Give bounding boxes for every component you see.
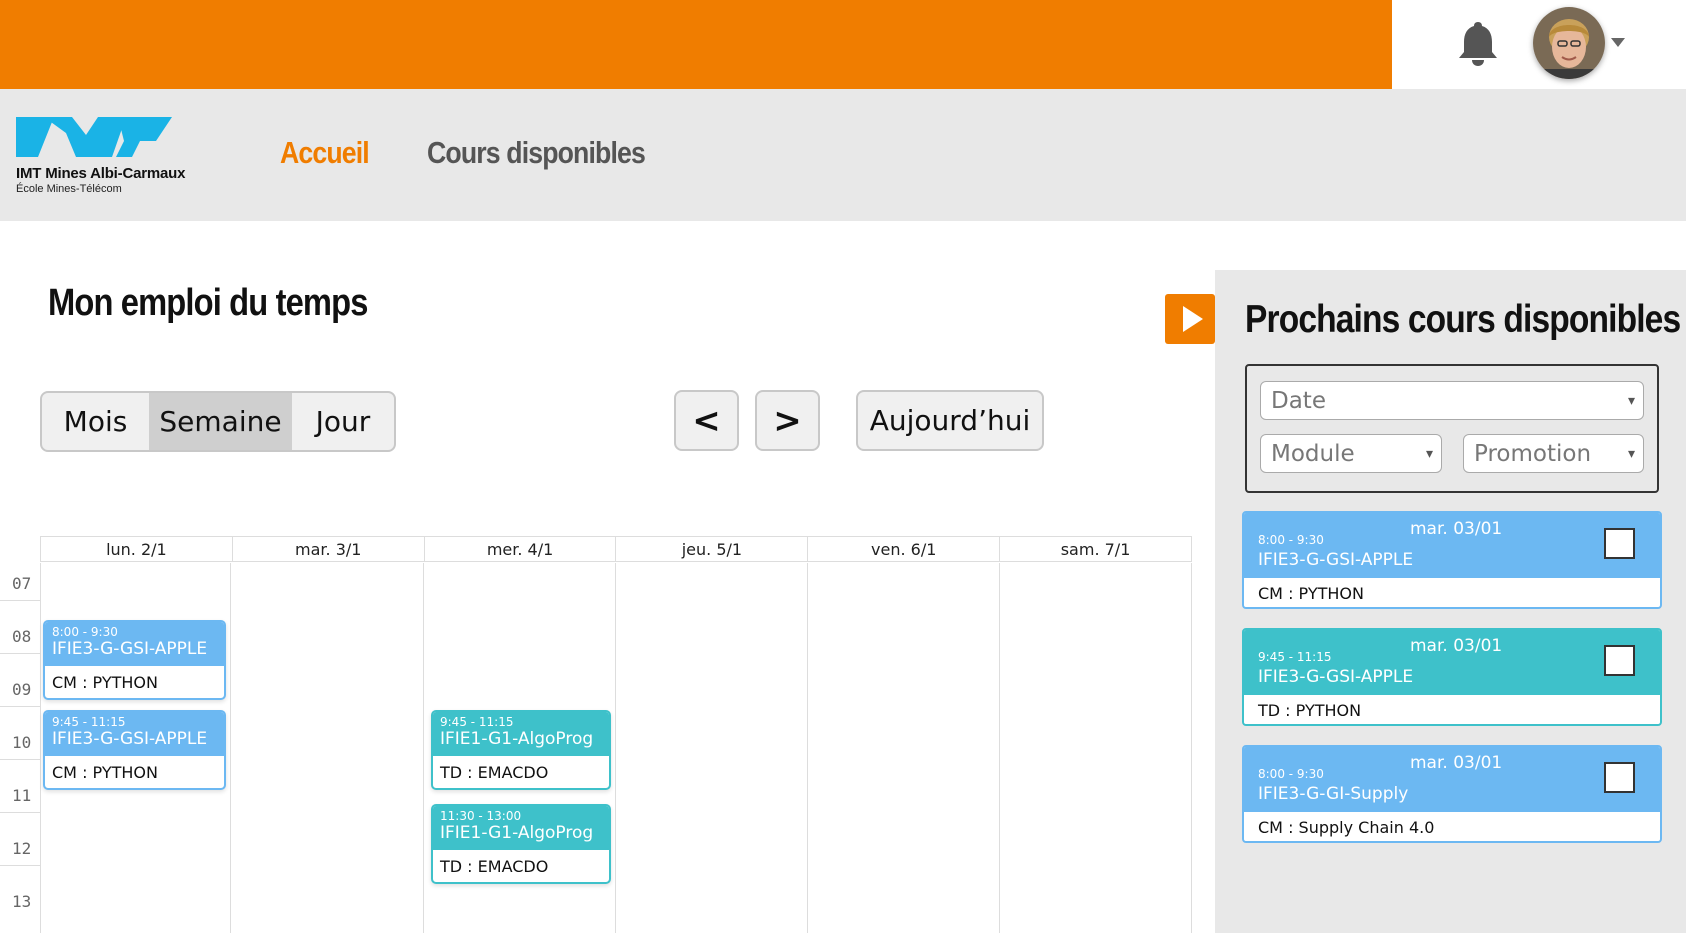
week-calendar: lun. 2/1 mar. 3/1 mer. 4/1 jeu. 5/1 ven.…	[0, 536, 1195, 933]
day-header: mar. 3/1	[233, 537, 425, 561]
today-button[interactable]: Aujourd’hui	[856, 390, 1044, 451]
calendar-header: lun. 2/1 mar. 3/1 mer. 4/1 jeu. 5/1 ven.…	[40, 536, 1192, 562]
day-column[interactable]	[807, 563, 808, 933]
card-group: IFIE3-G-GI-Supply	[1258, 784, 1409, 804]
event-time: 9:45 - 11:15	[52, 715, 126, 729]
hour-divider	[0, 865, 40, 866]
module-filter-select[interactable]: Module	[1260, 434, 1442, 473]
card-time: 9:45 - 11:15	[1258, 650, 1332, 664]
hour-label: 07	[12, 574, 32, 593]
event-header: 11:30 - 13:00 IFIE1-G1-AlgoProg	[433, 806, 609, 850]
date-filter-select[interactable]: Date	[1260, 381, 1644, 420]
event-header: 9:45 - 11:15 IFIE1-G1-AlgoProg	[433, 712, 609, 756]
day-column	[1191, 563, 1192, 933]
logo-subtitle: École Mines-Télécom	[16, 183, 122, 195]
event-header: 9:45 - 11:15 IFIE3-G-GSI-APPLE	[45, 712, 224, 756]
play-icon[interactable]	[1165, 294, 1215, 344]
hour-divider	[0, 812, 40, 813]
card-time: 8:00 - 9:30	[1258, 533, 1324, 547]
hour-label: 09	[12, 680, 32, 699]
user-avatar[interactable]	[1533, 7, 1605, 79]
view-day-button[interactable]: Jour	[292, 393, 394, 450]
imt-logo[interactable]: IMT Mines Albi-Carmaux École Mines-Téléc…	[16, 117, 196, 197]
hour-label: 08	[12, 627, 32, 646]
page-title: Mon emploi du temps	[48, 282, 368, 324]
filter-box: Date Module Promotion	[1245, 364, 1659, 493]
previous-week-button[interactable]: <	[674, 390, 739, 451]
hour-divider	[0, 759, 40, 760]
day-header: mer. 4/1	[425, 537, 617, 561]
card-date: mar. 03/01	[1410, 753, 1503, 773]
day-header: sam. 7/1	[1060, 539, 1131, 559]
chevron-down-icon[interactable]	[1611, 38, 1625, 47]
calendar-event[interactable]: 9:45 - 11:15 IFIE3-G-GSI-APPLE CM : PYTH…	[43, 710, 226, 790]
day-column[interactable]	[230, 563, 231, 933]
select-checkbox[interactable]	[1604, 762, 1635, 793]
event-header: 8:00 - 9:30 IFIE3-G-GSI-APPLE	[45, 622, 224, 666]
hour-label: 10	[12, 733, 32, 752]
next-week-button[interactable]: >	[755, 390, 820, 451]
day-header: ven. 6/1	[808, 537, 1001, 561]
card-date: mar. 03/01	[1410, 519, 1503, 539]
card-header: mar. 03/01 8:00 - 9:30 IFIE3-G-GI-Supply	[1244, 747, 1660, 812]
event-course: TD : EMACDO	[440, 762, 549, 782]
day-column[interactable]	[615, 563, 616, 933]
event-group: IFIE1-G1-AlgoProg	[440, 729, 594, 749]
hour-divider	[0, 706, 40, 707]
card-time: 8:00 - 9:30	[1258, 767, 1324, 781]
event-group: IFIE1-G1-AlgoProg	[440, 823, 594, 843]
logo-shape	[16, 117, 172, 157]
calendar-event[interactable]: 9:45 - 11:15 IFIE1-G1-AlgoProg TD : EMAC…	[431, 710, 611, 790]
event-group: IFIE3-G-GSI-APPLE	[52, 729, 208, 749]
card-course: TD : PYTHON	[1258, 701, 1362, 720]
event-course: CM : PYTHON	[52, 762, 158, 782]
nav-home-link[interactable]: Accueil	[280, 135, 370, 171]
course-card[interactable]: mar. 03/01 9:45 - 11:15 IFIE3-G-GSI-APPL…	[1242, 628, 1662, 726]
navbar: IMT Mines Albi-Carmaux École Mines-Téléc…	[0, 89, 1686, 221]
logo-name: IMT Mines Albi-Carmaux	[16, 165, 186, 182]
select-checkbox[interactable]	[1604, 645, 1635, 676]
available-courses-panel: Prochains cours disponibles Date Module …	[1215, 270, 1686, 933]
card-course: CM : Supply Chain 4.0	[1258, 818, 1435, 837]
event-group: IFIE3-G-GSI-APPLE	[52, 639, 208, 659]
panel-title: Prochains cours disponibles	[1245, 298, 1681, 341]
select-checkbox[interactable]	[1604, 528, 1635, 559]
card-group: IFIE3-G-GSI-APPLE	[1258, 550, 1414, 570]
day-header: lun. 2/1	[41, 537, 233, 561]
top-banner	[0, 0, 1392, 89]
card-course: CM : PYTHON	[1258, 584, 1364, 603]
promotion-filter-select[interactable]: Promotion	[1463, 434, 1644, 473]
hour-divider	[0, 653, 40, 654]
nav-courses-link[interactable]: Cours disponibles	[427, 135, 646, 171]
course-card[interactable]: mar. 03/01 8:00 - 9:30 IFIE3-G-GSI-APPLE…	[1242, 511, 1662, 609]
event-course: TD : EMACDO	[440, 856, 549, 876]
hour-label: 13	[12, 892, 32, 911]
event-time: 11:30 - 13:00	[440, 809, 522, 823]
day-column[interactable]	[999, 563, 1000, 933]
day-column[interactable]	[423, 563, 424, 933]
calendar-event[interactable]: 8:00 - 9:30 IFIE3-G-GSI-APPLE CM : PYTHO…	[43, 620, 226, 700]
course-card[interactable]: mar. 03/01 8:00 - 9:30 IFIE3-G-GI-Supply…	[1242, 745, 1662, 843]
bell-icon[interactable]	[1454, 18, 1502, 68]
card-date: mar. 03/01	[1410, 636, 1503, 656]
hour-label: 12	[12, 839, 32, 858]
view-month-button[interactable]: Mois	[42, 393, 149, 450]
event-time: 8:00 - 9:30	[52, 625, 118, 639]
event-course: CM : PYTHON	[52, 672, 158, 692]
hour-divider	[0, 600, 40, 601]
calendar-event[interactable]: 11:30 - 13:00 IFIE1-G1-AlgoProg TD : EMA…	[431, 804, 611, 884]
day-column[interactable]	[40, 563, 41, 933]
hour-label: 11	[12, 786, 32, 805]
card-group: IFIE3-G-GSI-APPLE	[1258, 667, 1414, 687]
day-header: jeu. 5/1	[616, 537, 809, 561]
card-header: mar. 03/01 9:45 - 11:15 IFIE3-G-GSI-APPL…	[1244, 630, 1660, 695]
card-header: mar. 03/01 8:00 - 9:30 IFIE3-G-GSI-APPLE	[1244, 513, 1660, 578]
view-week-button[interactable]: Semaine	[149, 393, 292, 450]
event-time: 9:45 - 11:15	[440, 715, 514, 729]
view-switcher: Mois Semaine Jour	[40, 391, 396, 452]
